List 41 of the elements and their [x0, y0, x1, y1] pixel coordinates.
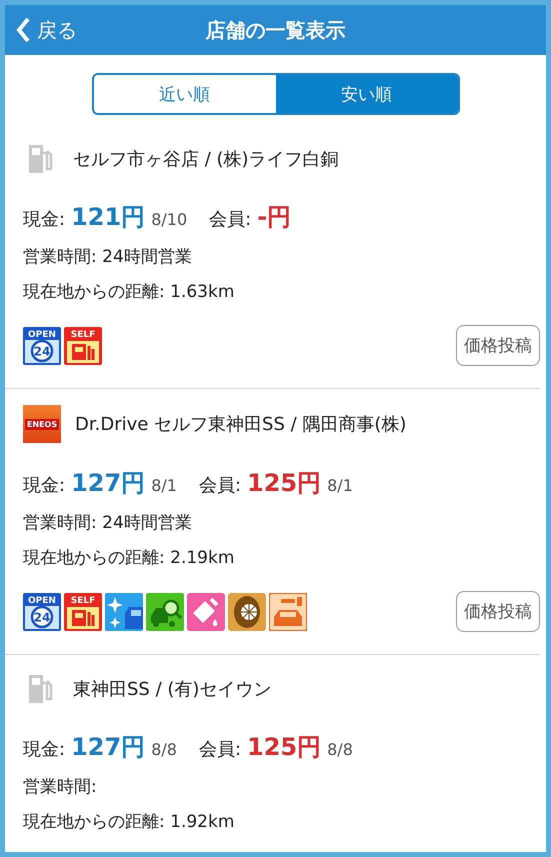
price-date: 8/8: [151, 740, 177, 759]
sort-tab[interactable]: 安い順: [276, 75, 458, 113]
price-label: 会員:: [198, 474, 242, 497]
post-price-button[interactable]: 価格投稿: [456, 591, 540, 632]
store-name: Dr.Drive セルフ東神田SS / 隅田商事(株): [75, 413, 406, 436]
open-24-icon: OPEN 24: [23, 592, 61, 630]
price-date: 8/1: [327, 476, 353, 495]
member-price: 125円: [247, 732, 322, 763]
price-label: 会員:: [209, 208, 252, 231]
business-hours: 営業時間: 24時間営業: [23, 246, 193, 268]
oil-bottle-icon: [187, 592, 225, 630]
self-pump-icon: SELF: [64, 592, 102, 630]
open-24-icon: OPEN 24: [23, 326, 61, 364]
price-label: 現金:: [23, 208, 66, 231]
price-date: 8/10: [151, 210, 188, 229]
store-name: セルフ市ヶ谷店 / (株)ライフ白銅: [73, 148, 339, 171]
distance-text: 現在地からの距離: 2.19km: [23, 547, 236, 569]
member-price: -円: [257, 202, 292, 233]
car-inspection-icon: [146, 592, 184, 630]
price-date: 8/8: [327, 740, 353, 759]
business-hours: 営業時間: 24時間営業: [23, 512, 193, 534]
tire-icon: [228, 592, 266, 630]
cash-price: 121円: [71, 202, 146, 233]
chevron-left-icon: [15, 16, 31, 44]
self-pump-icon: SELF: [64, 326, 102, 364]
price-date: 8/1: [151, 476, 177, 495]
screen-title: 店舗の一覧表示: [206, 16, 346, 44]
price-label: 現金:: [23, 738, 66, 761]
business-hours: 営業時間:: [23, 776, 98, 798]
distance-text: 現在地からの距離: 1.92km: [23, 811, 236, 833]
store-name: 東神田SS / (有)セイウン: [73, 678, 272, 701]
car-wash-icon: [105, 592, 143, 630]
member-price: 125円: [247, 468, 322, 499]
post-price-button[interactable]: 価格投稿: [456, 325, 540, 366]
eneos-logo: ENEOS: [23, 405, 61, 443]
back-button[interactable]: 戻る: [5, 15, 83, 45]
distance-text: 現在地からの距離: 1.63km: [23, 281, 236, 303]
cash-price: 127円: [71, 732, 146, 763]
price-label: 現金:: [23, 474, 66, 497]
price-label: 会員:: [198, 738, 242, 761]
cash-price: 127円: [71, 468, 146, 499]
